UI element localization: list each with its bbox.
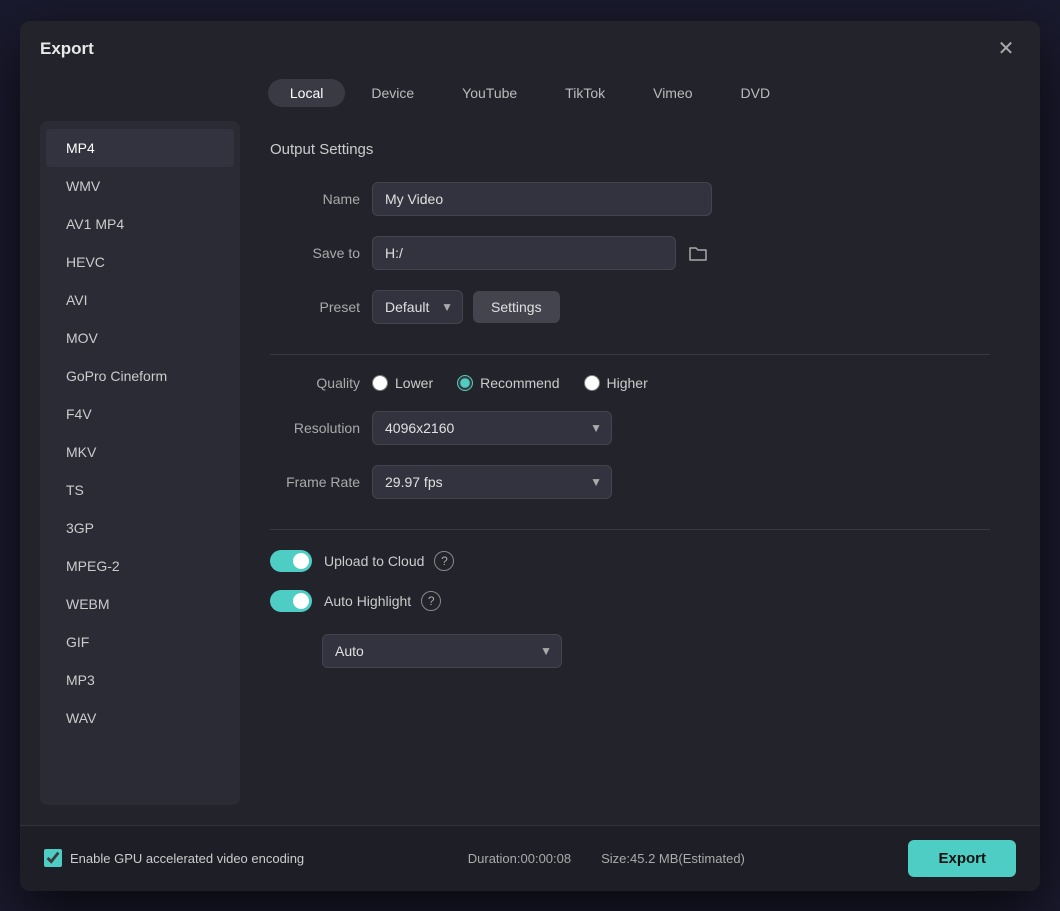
divider2 bbox=[270, 529, 990, 530]
quality-lower-radio[interactable] bbox=[372, 375, 388, 391]
dialog-footer: Enable GPU accelerated video encoding Du… bbox=[20, 825, 1040, 891]
upload-cloud-thumb bbox=[293, 553, 309, 569]
save-to-label: Save to bbox=[270, 245, 360, 261]
sidebar-item-mp3[interactable]: MP3 bbox=[46, 661, 234, 699]
upload-cloud-toggle[interactable] bbox=[270, 550, 312, 572]
divider bbox=[270, 354, 990, 355]
auto-highlight-track bbox=[270, 590, 312, 612]
sidebar-item-mp4[interactable]: MP4 bbox=[46, 129, 234, 167]
tab-bar: Local Device YouTube TikTok Vimeo DVD bbox=[20, 73, 1040, 121]
preset-label: Preset bbox=[270, 299, 360, 315]
auto-highlight-toggle[interactable] bbox=[270, 590, 312, 612]
dialog-body: MP4 WMV AV1 MP4 HEVC AVI MOV GoPro Cinef… bbox=[20, 121, 1040, 825]
duration-stat: Duration:00:00:08 bbox=[468, 851, 571, 866]
export-button[interactable]: Export bbox=[908, 840, 1016, 877]
quality-lower[interactable]: Lower bbox=[372, 375, 433, 391]
auto-highlight-select[interactable]: Auto bbox=[322, 634, 562, 668]
upload-cloud-label: Upload to Cloud bbox=[324, 553, 424, 569]
quality-lower-label: Lower bbox=[395, 375, 433, 391]
gpu-label: Enable GPU accelerated video encoding bbox=[70, 851, 304, 866]
sidebar-item-gif[interactable]: GIF bbox=[46, 623, 234, 661]
tab-vimeo[interactable]: Vimeo bbox=[631, 79, 714, 107]
tab-device[interactable]: Device bbox=[349, 79, 436, 107]
save-to-input[interactable] bbox=[372, 236, 676, 270]
sidebar-item-f4v[interactable]: F4V bbox=[46, 395, 234, 433]
quality-label: Quality bbox=[270, 375, 360, 391]
sidebar-item-av1mp4[interactable]: AV1 MP4 bbox=[46, 205, 234, 243]
output-settings-panel: Output Settings Name Save to bbox=[240, 121, 1020, 805]
size-stat: Size:45.2 MB(Estimated) bbox=[601, 851, 745, 866]
quality-higher[interactable]: Higher bbox=[584, 375, 648, 391]
quality-higher-label: Higher bbox=[607, 375, 648, 391]
format-sidebar: MP4 WMV AV1 MP4 HEVC AVI MOV GoPro Cinef… bbox=[40, 121, 240, 805]
name-input[interactable] bbox=[372, 182, 712, 216]
preset-row: Preset Default ▼ Settings bbox=[270, 290, 990, 324]
gpu-checkbox-area: Enable GPU accelerated video encoding bbox=[44, 849, 304, 867]
quality-row: Quality Lower Recommend Higher bbox=[270, 375, 990, 391]
resolution-row: Resolution 4096x2160 1920x1080 1280x720 … bbox=[270, 411, 990, 445]
quality-recommend-label: Recommend bbox=[480, 375, 559, 391]
tab-dvd[interactable]: DVD bbox=[719, 79, 793, 107]
framerate-row: Frame Rate 29.97 fps 23.976 fps 24 fps 2… bbox=[270, 465, 990, 499]
tab-youtube[interactable]: YouTube bbox=[440, 79, 539, 107]
save-to-area bbox=[372, 236, 712, 270]
auto-highlight-select-wrap: Auto ▼ bbox=[322, 634, 562, 668]
sidebar-item-hevc[interactable]: HEVC bbox=[46, 243, 234, 281]
settings-button[interactable]: Settings bbox=[473, 291, 560, 323]
section-title: Output Settings bbox=[270, 141, 990, 158]
close-button[interactable]: ✕ bbox=[992, 35, 1020, 63]
preset-area: Default ▼ Settings bbox=[372, 290, 560, 324]
auto-highlight-thumb bbox=[293, 593, 309, 609]
dialog-title: Export bbox=[40, 39, 94, 59]
preset-select[interactable]: Default bbox=[372, 290, 463, 324]
save-to-row: Save to bbox=[270, 236, 990, 270]
sidebar-item-3gp[interactable]: 3GP bbox=[46, 509, 234, 547]
sidebar-item-wmv[interactable]: WMV bbox=[46, 167, 234, 205]
sidebar-item-gopro[interactable]: GoPro Cineform bbox=[46, 357, 234, 395]
sidebar-item-ts[interactable]: TS bbox=[46, 471, 234, 509]
upload-cloud-row: Upload to Cloud ? bbox=[270, 550, 990, 572]
sidebar-item-mkv[interactable]: MKV bbox=[46, 433, 234, 471]
upload-cloud-track bbox=[270, 550, 312, 572]
sidebar-item-mov[interactable]: MOV bbox=[46, 319, 234, 357]
quality-recommend-radio[interactable] bbox=[457, 375, 473, 391]
tab-local[interactable]: Local bbox=[268, 79, 345, 107]
footer-stats: Duration:00:00:08 Size:45.2 MB(Estimated… bbox=[324, 851, 888, 866]
sidebar-item-mpeg2[interactable]: MPEG-2 bbox=[46, 547, 234, 585]
folder-browse-button[interactable] bbox=[684, 240, 712, 266]
name-label: Name bbox=[270, 191, 360, 207]
resolution-select[interactable]: 4096x2160 1920x1080 1280x720 bbox=[372, 411, 612, 445]
gpu-checkbox[interactable] bbox=[44, 849, 62, 867]
framerate-label: Frame Rate bbox=[270, 474, 360, 490]
tab-tiktok[interactable]: TikTok bbox=[543, 79, 627, 107]
auto-highlight-label-area: Auto Highlight ? bbox=[324, 591, 441, 611]
auto-highlight-label: Auto Highlight bbox=[324, 593, 411, 609]
framerate-select-wrap: 29.97 fps 23.976 fps 24 fps 25 fps 30 fp… bbox=[372, 465, 612, 499]
resolution-label: Resolution bbox=[270, 420, 360, 436]
sidebar-item-wav[interactable]: WAV bbox=[46, 699, 234, 737]
preset-select-wrap: Default ▼ bbox=[372, 290, 463, 324]
quality-recommend[interactable]: Recommend bbox=[457, 375, 559, 391]
sidebar-item-avi[interactable]: AVI bbox=[46, 281, 234, 319]
framerate-select[interactable]: 29.97 fps 23.976 fps 24 fps 25 fps 30 fp… bbox=[372, 465, 612, 499]
auto-highlight-help-icon[interactable]: ? bbox=[421, 591, 441, 611]
resolution-select-wrap: 4096x2160 1920x1080 1280x720 ▼ bbox=[372, 411, 612, 445]
quality-higher-radio[interactable] bbox=[584, 375, 600, 391]
upload-cloud-label-area: Upload to Cloud ? bbox=[324, 551, 454, 571]
dialog-header: Export ✕ bbox=[20, 21, 1040, 73]
auto-highlight-row: Auto Highlight ? bbox=[270, 590, 990, 612]
upload-cloud-help-icon[interactable]: ? bbox=[434, 551, 454, 571]
export-dialog: Export ✕ Local Device YouTube TikTok Vim… bbox=[20, 21, 1040, 891]
quality-radio-group: Lower Recommend Higher bbox=[372, 375, 648, 391]
sidebar-item-webm[interactable]: WEBM bbox=[46, 585, 234, 623]
name-row: Name bbox=[270, 182, 990, 216]
